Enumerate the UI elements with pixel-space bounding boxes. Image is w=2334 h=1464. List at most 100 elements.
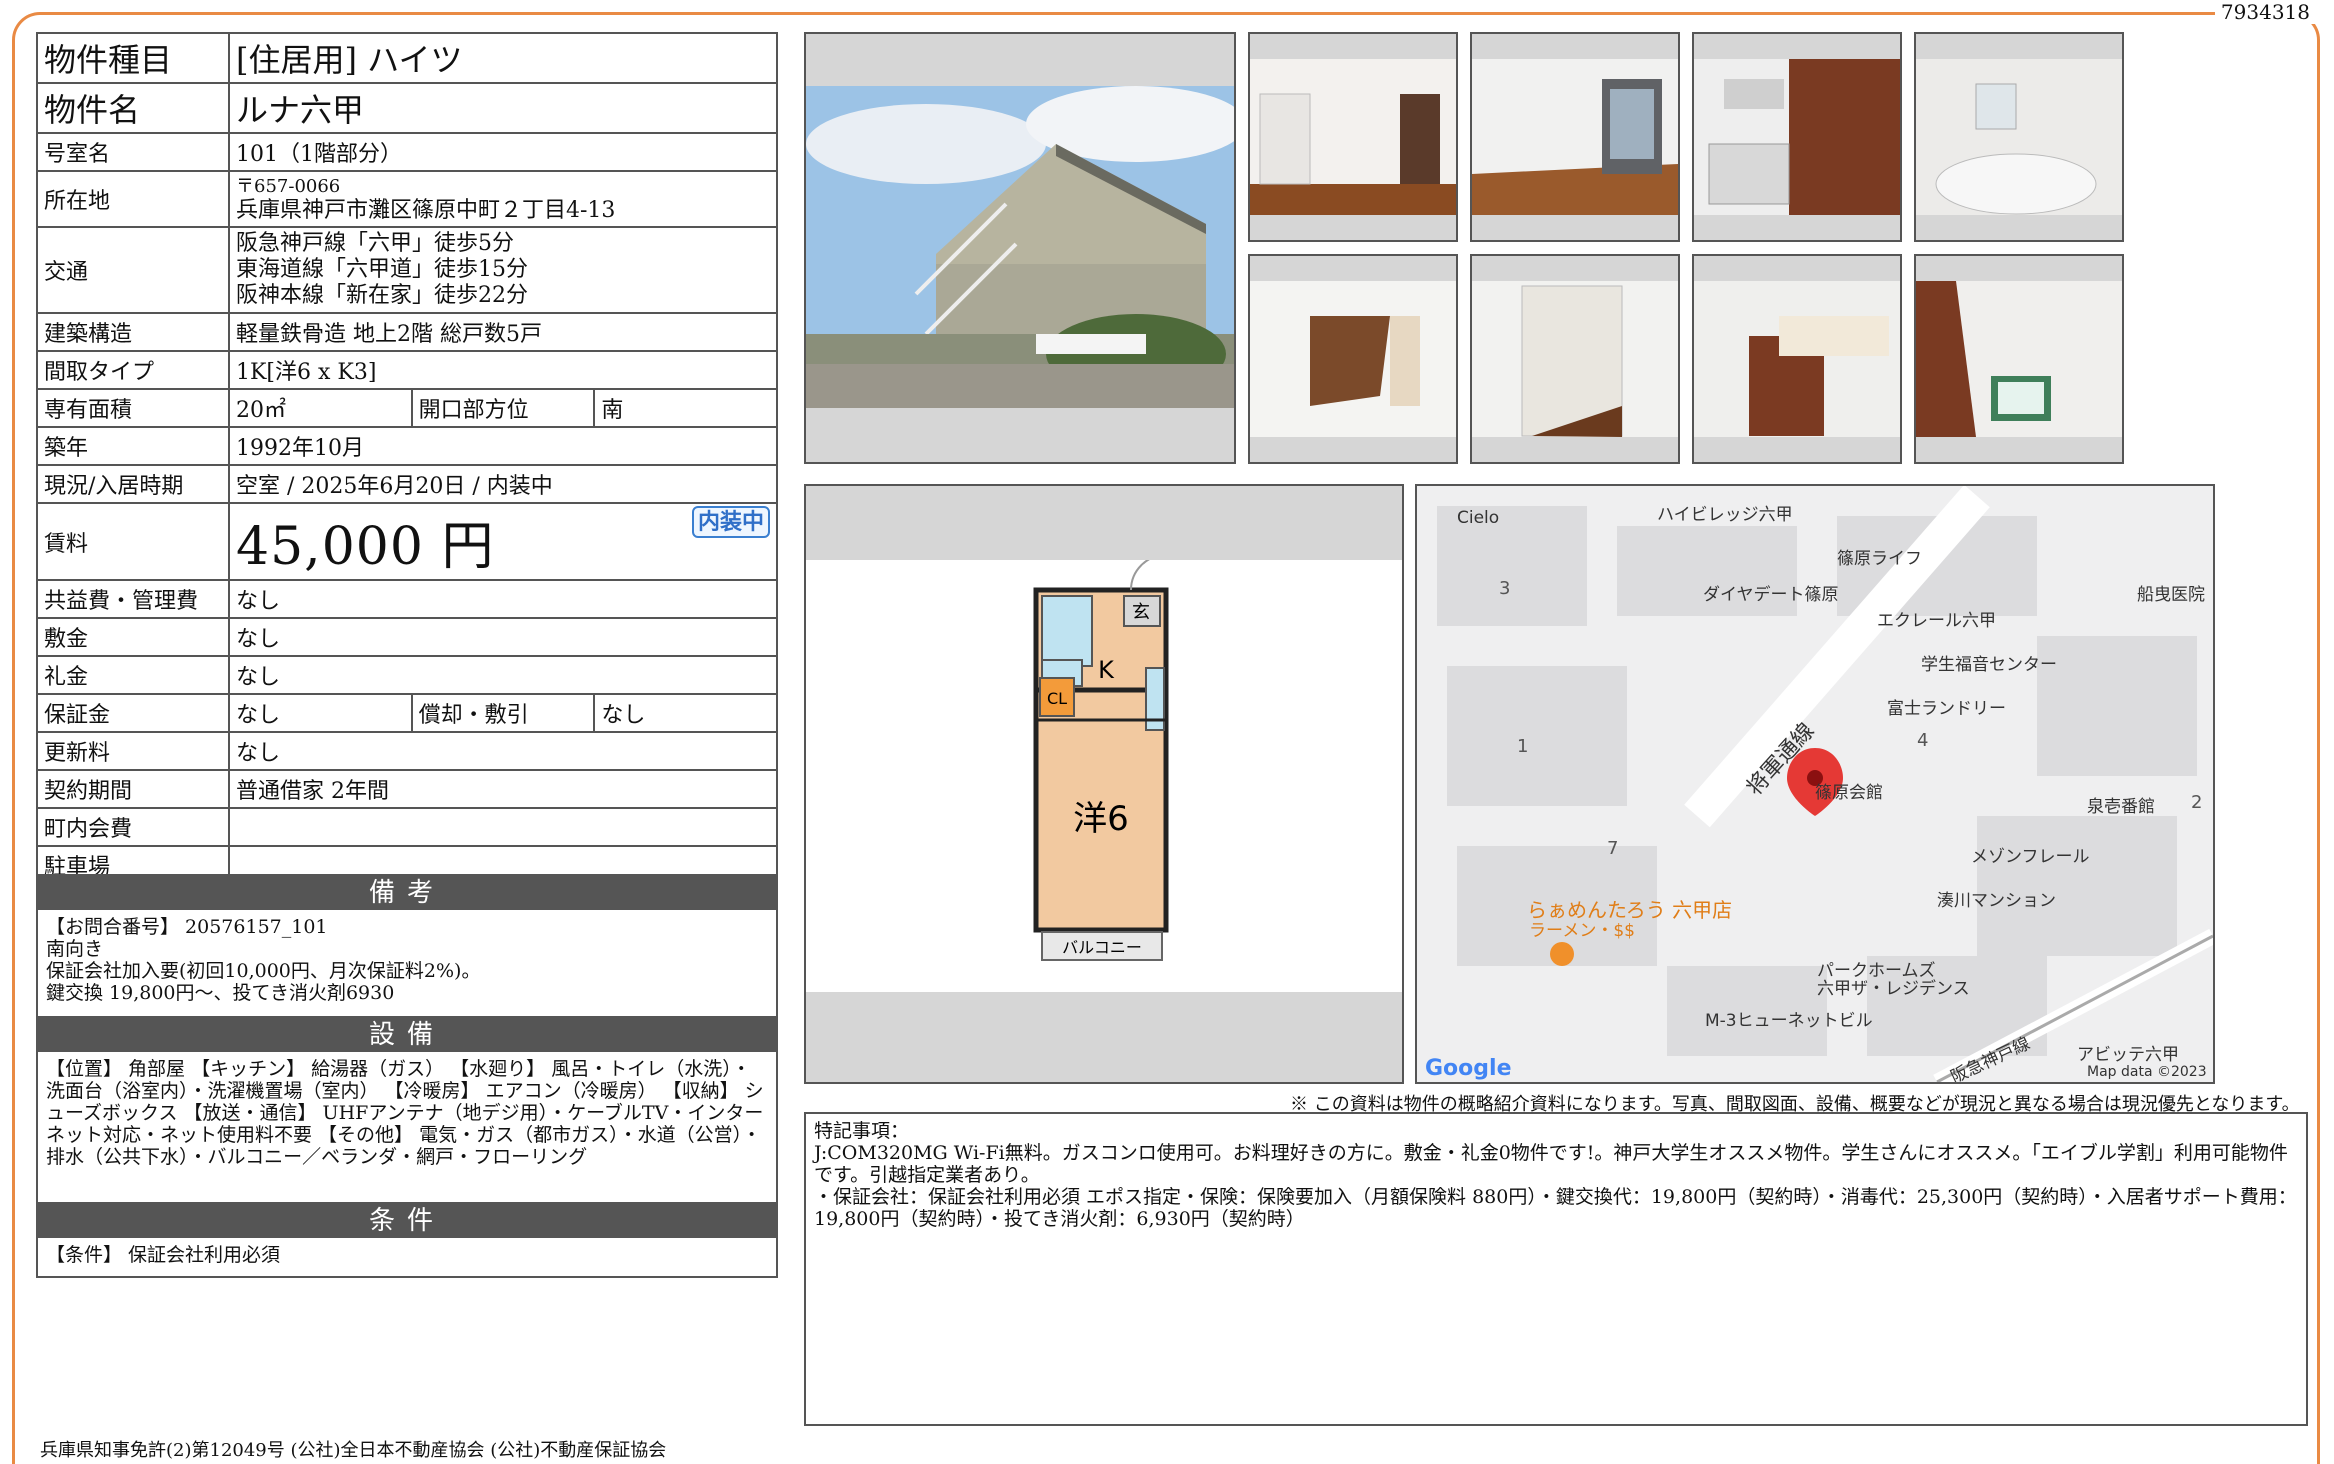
rent-label: 賃料 [36, 502, 230, 581]
equipment-heading: 設備 [38, 1018, 776, 1052]
closet-photo[interactable] [1248, 254, 1458, 464]
room-photo-2[interactable] [1470, 32, 1680, 242]
conditions-body: 【条件】 保証会社利用必須 [46, 1244, 281, 1266]
conditions-section: 条件 【条件】 保証会社利用必須 [36, 1202, 778, 1278]
map-label: エクレール六甲 [1877, 611, 1996, 631]
key-money-label: 礼金 [36, 655, 230, 695]
map-label: Cielo [1457, 508, 1500, 528]
room-value: 101（1階部分） [228, 132, 778, 172]
map-block-number: 3 [1499, 578, 1511, 599]
address-label: 所在地 [36, 170, 230, 228]
map-block-number: 1 [1517, 736, 1529, 757]
map-label: M-3ヒューネットビル [1705, 1011, 1873, 1031]
map-label: 泉壱番館 [2087, 797, 2155, 817]
balcony-label: バルコニー [1062, 938, 1142, 957]
notes-line: 保証会社加入要(初回10,000円、月次保証料2%)。 [46, 960, 481, 982]
remarks-line: J:COM320MG Wi-Fi無料。ガスコンロ使用可。お料理好きの方に。敷金・… [814, 1142, 2288, 1186]
notes-line: 【お問合番号】 20576157_101 [46, 916, 328, 938]
room-label: 号室名 [36, 132, 230, 172]
structure-label: 建築構造 [36, 312, 230, 352]
access-line: 阪急神戸線「六甲」徒歩5分 [236, 231, 514, 256]
rent-cell: 内装中 45,000 円 [228, 502, 778, 581]
contract-value: 普通借家 2年間 [228, 769, 778, 809]
town-fee-value [228, 807, 778, 847]
type-label: 物件種目 [36, 32, 230, 84]
map-label: アビッテ六甲 [2077, 1045, 2179, 1065]
map-block-number: 7 [1607, 838, 1619, 859]
map-block-number: 4 [1917, 730, 1929, 751]
kitchen-photo[interactable] [1692, 32, 1902, 242]
kitchen-label: K [1098, 656, 1115, 684]
floor-plan-canvas: 玄 K CL 洋6 バルコニー [806, 554, 1402, 992]
deposit-value: なし [228, 617, 778, 657]
common-fee-value: なし [228, 579, 778, 619]
map-label: 六甲ザ・レジデンス [1817, 979, 1970, 999]
type-value: [住居用] ハイツ [228, 32, 778, 84]
amortization-value: なし [593, 693, 778, 733]
structure-value: 軽量鉄骨造 地上2階 総戸数5戸 [228, 312, 778, 352]
key-money-value: なし [228, 655, 778, 695]
town-fee-label: 町内会費 [36, 807, 230, 847]
address-cell: 〒657-0066 兵庫県神戸市灘区篠原中町２丁目4-13 [228, 170, 778, 228]
area-label: 専有面積 [36, 388, 230, 428]
property-info-table: 物件種目 [住居用] ハイツ 物件名 ルナ六甲 号室名 101（1階部分） 所在地 〒… [36, 32, 778, 885]
renewal-value: なし [228, 731, 778, 771]
map-block-number: 2 [2191, 792, 2203, 813]
equipment-body: 【位置】 角部屋 【キッチン】 給湯器（ガス） 【水廻り】 風呂・トイレ（水洗）… [46, 1058, 764, 1168]
renewal-label: 更新料 [36, 731, 230, 771]
location-map[interactable]: Cielo ハイビレッジ六甲 篠原ライフ ダイヤデート篠原 船曳医院 エクレール… [1415, 484, 2215, 1084]
shoebox-photo[interactable] [1692, 254, 1902, 464]
access-cell: 阪急神戸線「六甲」徒歩5分 東海道線「六甲道」徒歩15分 阪神本線「新在家」徒歩… [228, 226, 778, 314]
guarantee-value: なし [228, 693, 413, 733]
document-id: 7934318 [2214, 0, 2316, 24]
notes-section: 備考 【お問合番号】 20576157_101 南向き 保証会社加入要(初回10… [36, 874, 778, 1018]
remarks-line: ・保証会社：保証会社利用必須 エポス指定・保険：保険要加入（月額保険料 880円… [814, 1186, 2297, 1230]
deposit-label: 敷金 [36, 617, 230, 657]
access-line: 東海道線「六甲道」徒歩15分 [236, 257, 528, 282]
floor-plan-drawing: 玄 K CL 洋6 バルコニー [1033, 554, 1169, 961]
map-label: ダイヤデート篠原 [1703, 585, 1839, 605]
built-label: 築年 [36, 426, 230, 466]
map-label: 富士ランドリー [1887, 699, 2006, 719]
map-label: 学生福音センター [1921, 655, 2057, 675]
storage-photo[interactable] [1470, 254, 1680, 464]
notes-line: 鍵交換 19,800円～、投てき消火剤6930 [46, 982, 395, 1004]
map-label: 湊川マンション [1937, 891, 2056, 911]
notes-heading: 備考 [38, 876, 776, 910]
entrance-label: 玄 [1132, 602, 1150, 623]
direction-label: 開口部方位 [410, 388, 596, 428]
notes-line: 南向き [46, 938, 104, 960]
entrance-photo[interactable] [1914, 254, 2124, 464]
notes-body: 【お問合番号】 20576157_101 南向き 保証会社加入要(初回10,00… [38, 910, 776, 1010]
address-value: 兵庫県神戸市灘区篠原中町２丁目4-13 [236, 198, 616, 223]
contract-label: 契約期間 [36, 769, 230, 809]
closet-label: CL [1047, 689, 1067, 708]
access-line: 阪神本線「新在家」徒歩22分 [236, 283, 528, 308]
map-label: 船曳医院 [2137, 585, 2205, 605]
status-value: 空室 / 2025年6月20日 / 内装中 [228, 464, 778, 504]
access-label: 交通 [36, 226, 230, 314]
postal-code: 〒657-0066 [236, 176, 341, 197]
map-label: 篠原ライフ [1837, 549, 1922, 569]
layout-value: 1K[洋6 x K3] [228, 350, 778, 390]
room-label: 洋6 [1073, 799, 1129, 839]
map-label: ハイビレッジ六甲 [1657, 505, 1793, 525]
map-attribution: Map data ©2023 [2087, 1064, 2207, 1080]
bathroom-photo[interactable] [1914, 32, 2124, 242]
rent-value: 45,000 円 [236, 517, 495, 577]
name-label: 物件名 [36, 82, 230, 134]
status-label: 現況/入居時期 [36, 464, 230, 504]
guarantee-label: 保証金 [36, 693, 230, 733]
conditions-heading: 条件 [38, 1204, 776, 1238]
floor-plan[interactable]: 玄 K CL 洋6 バルコニー [804, 484, 1404, 1084]
equipment-section: 設備 【位置】 角部屋 【キッチン】 給湯器（ガス） 【水廻り】 風呂・トイレ（… [36, 1016, 778, 1204]
exterior-photo[interactable] [804, 32, 1236, 464]
special-remarks: 特記事項： J:COM320MG Wi-Fi無料。ガスコンロ使用可。お料理好きの… [804, 1112, 2308, 1426]
renovating-badge: 内装中 [691, 506, 770, 538]
room-photo-1[interactable] [1248, 32, 1458, 242]
remarks-title: 特記事項： [814, 1120, 910, 1142]
map-label: メゾンフレール [1971, 847, 2090, 867]
direction-value: 南 [593, 388, 778, 428]
common-fee-label: 共益費・管理費 [36, 579, 230, 619]
layout-label: 間取タイプ [36, 350, 230, 390]
